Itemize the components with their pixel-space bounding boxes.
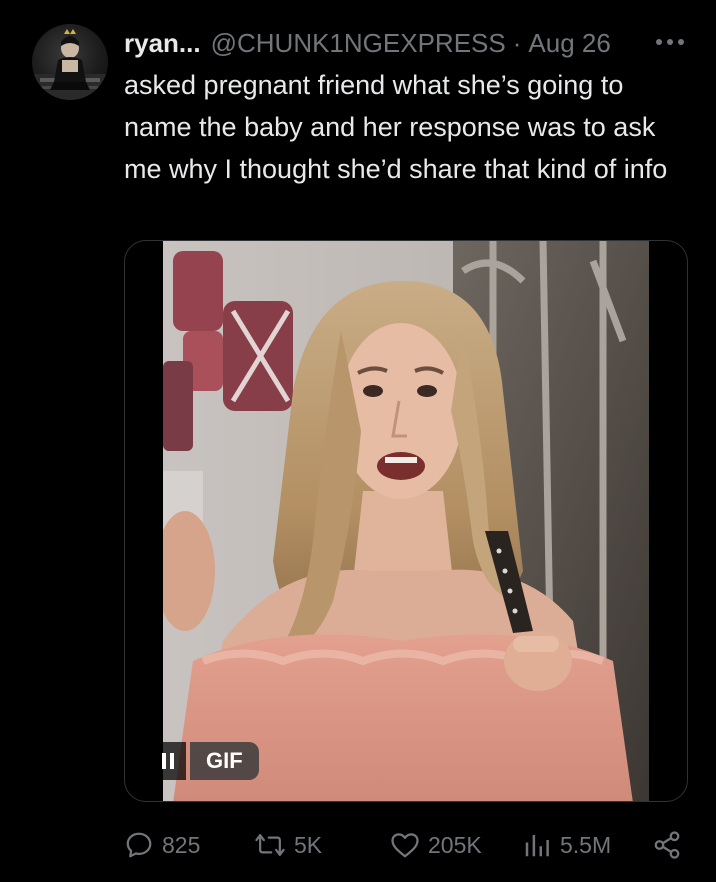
more-dots-icon	[656, 39, 684, 45]
pause-button[interactable]	[150, 742, 186, 780]
reply-bubble-icon	[126, 832, 152, 858]
repost-arrows-icon	[255, 834, 285, 856]
gif-image	[163, 241, 649, 801]
more-options-button[interactable]	[652, 30, 688, 54]
separator-dot: ·	[512, 27, 522, 58]
user-handle[interactable]: @CHUNK1NGEXPRESS	[211, 28, 506, 59]
share-icon	[654, 831, 680, 859]
tweet-header: ryan... @CHUNK1NGEXPRESS · Aug 26	[124, 26, 611, 60]
views-button[interactable]: 5.5M	[522, 822, 611, 868]
tweet-text: asked pregnant friend what she’s going t…	[124, 70, 668, 184]
gif-controls: GIF	[150, 742, 259, 780]
view-count: 5.5M	[560, 831, 612, 858]
like-button[interactable]: 205K	[390, 822, 482, 868]
reply-count: 825	[162, 831, 201, 858]
pause-icon	[162, 753, 174, 769]
action-bar: 825 5K 205K 5.5M	[124, 822, 696, 868]
gif-badge: GIF	[190, 742, 259, 780]
repost-count: 5K	[294, 831, 323, 858]
like-count: 205K	[428, 831, 482, 858]
repost-button[interactable]: 5K	[254, 822, 322, 868]
display-name[interactable]: ryan...	[124, 28, 201, 59]
avatar[interactable]	[32, 24, 108, 100]
reply-button[interactable]: 825	[124, 822, 200, 868]
share-button[interactable]	[652, 822, 690, 868]
heart-icon	[391, 833, 419, 858]
bar-chart-icon	[525, 835, 549, 857]
avatar-image	[32, 29, 108, 100]
gif-frame[interactable]	[163, 241, 649, 801]
media-container[interactable]	[124, 240, 688, 802]
tweet-date[interactable]: Aug 26	[528, 28, 610, 59]
